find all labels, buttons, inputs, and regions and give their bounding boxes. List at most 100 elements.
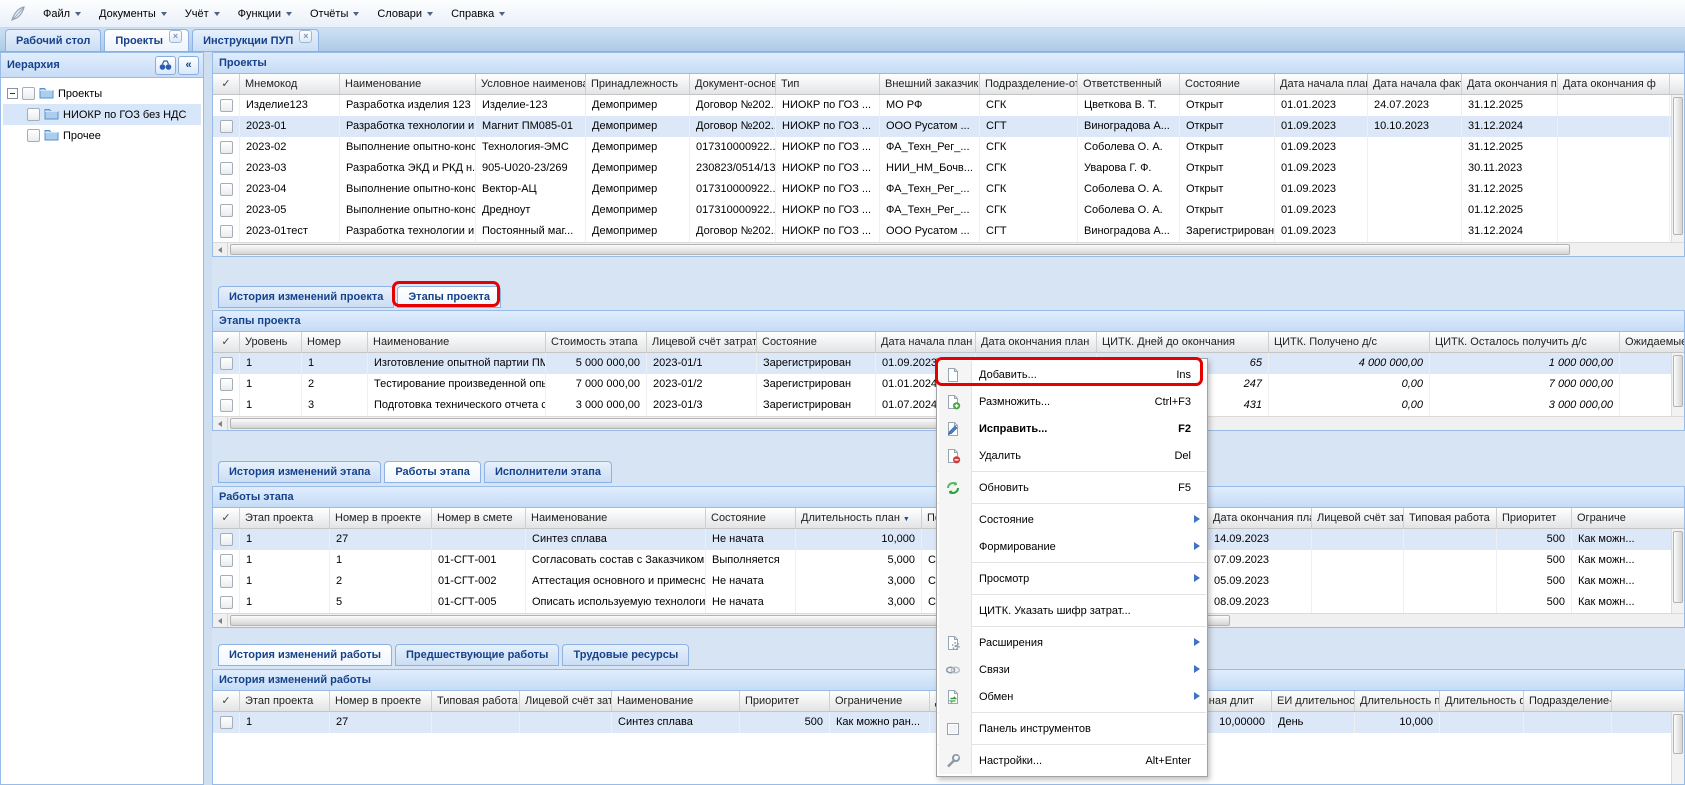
tree-node[interactable]: Прочее (3, 125, 201, 146)
window-tab[interactable]: Рабочий стол (5, 29, 101, 51)
vertical-scrollbar[interactable] (1671, 712, 1684, 784)
context-menu-item[interactable]: УдалитьDel (937, 442, 1207, 469)
scroll-left-icon[interactable] (213, 243, 228, 256)
window-tab[interactable]: Проекты× (104, 29, 189, 51)
tab-close-icon[interactable]: × (169, 30, 182, 43)
scrollbar-thumb[interactable] (230, 244, 1570, 255)
search-icon[interactable] (155, 56, 176, 75)
column-header[interactable]: Этап проекта (240, 508, 330, 528)
column-header[interactable]: Лицевой счёт затр (520, 691, 612, 711)
scrollbar-thumb[interactable] (1673, 355, 1683, 407)
tree-node[interactable]: НИОКР по ГОЗ без НДС (3, 104, 201, 125)
column-header[interactable]: Наименование (368, 332, 546, 352)
scrollbar-thumb[interactable] (1673, 531, 1683, 603)
row-checkbox[interactable] (220, 575, 233, 588)
context-menu-item[interactable]: Настройки...Alt+Enter (937, 747, 1207, 774)
column-header[interactable]: Длительность план▼ (796, 508, 922, 528)
column-header[interactable]: Дата окончания план (1208, 508, 1312, 528)
scroll-left-icon[interactable] (213, 614, 228, 627)
column-header[interactable]: Дата окончания план (976, 332, 1097, 352)
row-checkbox[interactable] (220, 120, 233, 133)
column-header[interactable]: ЦИТК. Осталось получить д/с (1430, 332, 1620, 352)
scrollbar-thumb[interactable] (1673, 714, 1683, 754)
vertical-scrollbar[interactable] (1671, 95, 1684, 242)
menubar-item-3[interactable]: Учёт (176, 4, 229, 24)
row-checkbox[interactable] (220, 225, 233, 238)
row-checkbox[interactable] (220, 141, 233, 154)
column-header[interactable]: Состояние (706, 508, 796, 528)
column-header[interactable]: Условное наименова (476, 74, 586, 94)
column-header[interactable]: Типовая работа (432, 691, 520, 711)
sidebar-splitter[interactable] (204, 52, 212, 785)
column-header[interactable]: Лицевой счёт затр (1312, 508, 1404, 528)
column-header[interactable]: Этап проекта (240, 691, 330, 711)
row-checkbox[interactable] (220, 378, 233, 391)
menubar-item-4[interactable]: Функции (229, 4, 301, 24)
scrollbar-thumb[interactable] (1673, 97, 1683, 235)
column-header[interactable]: Мнемокод (240, 74, 340, 94)
window-tab[interactable]: Инструкции ПУП× (192, 29, 319, 51)
menubar-item-2[interactable]: Документы (90, 4, 176, 24)
section-tab[interactable]: Работы этапа (384, 461, 481, 483)
column-header[interactable]: Подразделение-от (980, 74, 1078, 94)
menubar-item-7[interactable]: Справка (442, 4, 514, 24)
context-menu-item[interactable]: Состояние (937, 506, 1207, 533)
column-header[interactable]: Состояние (1180, 74, 1275, 94)
table-row[interactable]: 2023-01тестРазработка технологии и...Пос… (213, 221, 1671, 242)
context-menu-item[interactable]: Исправить...F2 (937, 415, 1207, 442)
tree-node[interactable]: Проекты (3, 83, 201, 104)
column-header[interactable]: Номер в проекте (330, 691, 432, 711)
section-tab[interactable]: Этапы проекта (397, 286, 501, 308)
column-header[interactable]: Тип (776, 74, 880, 94)
table-row[interactable]: 2023-01Разработка технологии и...Магнит … (213, 116, 1671, 137)
context-menu-item[interactable]: ЦИТК. Указать шифр затрат... (937, 597, 1207, 624)
context-menu-item[interactable]: Формирование (937, 533, 1207, 560)
column-header[interactable]: Внешний заказчик (880, 74, 980, 94)
context-menu-item[interactable]: Размножить...Ctrl+F3 (937, 388, 1207, 415)
column-header[interactable]: ЦИТК. Дней до окончания (1097, 332, 1269, 352)
column-header[interactable]: Подразделение-ис (1524, 691, 1612, 711)
menubar-item-1[interactable]: Файл (34, 4, 90, 24)
column-header[interactable]: Состояние (757, 332, 876, 352)
column-header[interactable]: Документ-основан (690, 74, 776, 94)
context-menu-item[interactable]: Обмен (937, 683, 1207, 710)
context-menu-item[interactable]: ОбновитьF5 (937, 474, 1207, 501)
column-header[interactable]: Приоритет (1497, 508, 1572, 528)
row-checkbox[interactable] (220, 399, 233, 412)
column-header[interactable]: Дата начала факт. (1368, 74, 1462, 94)
menubar-item-5[interactable]: Отчёты (301, 4, 368, 24)
context-menu-item[interactable]: Добавить...Ins (937, 361, 1207, 388)
column-header[interactable]: ✓ (213, 691, 240, 711)
column-header[interactable]: Наименование (526, 508, 706, 528)
column-header[interactable]: Наименование (612, 691, 740, 711)
column-header[interactable]: ЦИТК. Получено д/с (1269, 332, 1430, 352)
table-row[interactable]: 2023-04Выполнение опытно-конс...Вектор-А… (213, 179, 1671, 200)
row-checkbox[interactable] (220, 204, 233, 217)
table-row[interactable]: 2023-05Выполнение опытно-конс...Дредноут… (213, 200, 1671, 221)
column-header[interactable]: Дата окончания ф (1558, 74, 1670, 94)
column-header[interactable]: Дата начала план. (1275, 74, 1368, 94)
column-header[interactable]: Дата окончания пл (1462, 74, 1558, 94)
row-checkbox[interactable] (220, 357, 233, 370)
column-header[interactable]: Длительность фак (1440, 691, 1524, 711)
tree-checkbox[interactable] (27, 129, 40, 142)
context-menu-item[interactable]: Панель инструментов (937, 715, 1207, 742)
menubar-item-6[interactable]: Словари (368, 4, 442, 24)
row-checkbox[interactable] (220, 99, 233, 112)
column-header[interactable]: Длительность пла (1355, 691, 1440, 711)
horizontal-scrollbar[interactable] (213, 242, 1684, 256)
row-checkbox[interactable] (220, 183, 233, 196)
context-menu-item[interactable]: Просмотр (937, 565, 1207, 592)
tab-close-icon[interactable]: × (299, 30, 312, 43)
column-header[interactable]: ✓ (213, 74, 240, 94)
column-header[interactable]: Ограничение (830, 691, 930, 711)
column-header[interactable]: Стоимость этапа (546, 332, 647, 352)
column-header[interactable]: Лицевой счёт затрат. (647, 332, 757, 352)
section-tab[interactable]: Трудовые ресурсы (562, 644, 689, 666)
row-checkbox[interactable] (220, 716, 233, 729)
column-header[interactable]: Уровень (240, 332, 302, 352)
column-header[interactable] (1612, 691, 1684, 711)
column-header[interactable]: Приоритет (740, 691, 830, 711)
column-header[interactable]: ✓ (213, 508, 240, 528)
vertical-scrollbar[interactable] (1671, 529, 1684, 613)
